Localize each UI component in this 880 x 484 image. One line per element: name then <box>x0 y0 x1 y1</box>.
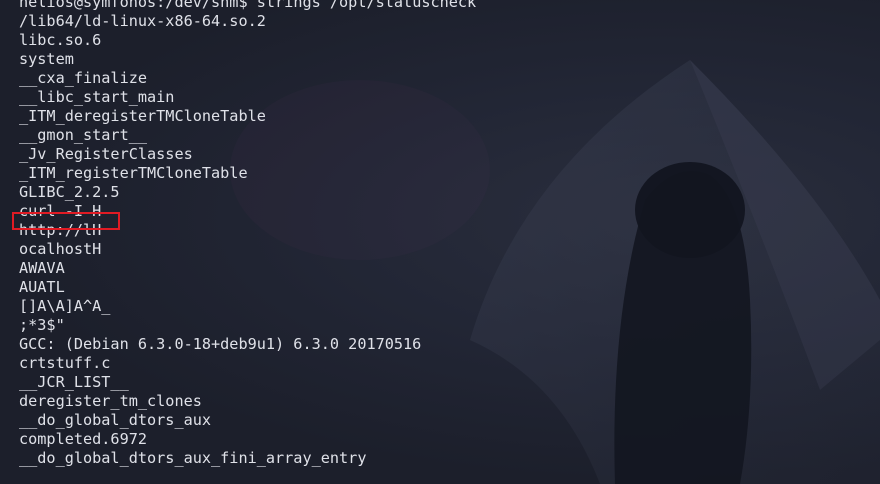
terminal-output: helios@symfonos:/dev/shm$ strings /opt/s… <box>19 0 476 468</box>
output-line: ;*3$" <box>19 316 65 334</box>
output-line: system <box>19 50 74 68</box>
output-line: AUATL <box>19 278 65 296</box>
output-line: __JCR_LIST__ <box>19 373 129 391</box>
output-line: GLIBC_2.2.5 <box>19 183 120 201</box>
output-line: crtstuff.c <box>19 354 111 372</box>
output-line: libc.so.6 <box>19 31 102 49</box>
output-line: completed.6972 <box>19 430 148 448</box>
shell-prompt: helios@symfonos:/dev/shm$ <box>19 0 257 11</box>
output-line: __gmon_start__ <box>19 126 148 144</box>
output-line: ocalhostH <box>19 240 102 258</box>
output-line: _ITM_registerTMCloneTable <box>19 164 248 182</box>
output-line: /lib64/ld-linux-x86-64.so.2 <box>19 12 266 30</box>
prompt-line: helios@symfonos:/dev/shm$ strings /opt/s… <box>19 0 476 12</box>
output-line: GCC: (Debian 6.3.0-18+deb9u1) 6.3.0 2017… <box>19 335 422 353</box>
output-line: _ITM_deregisterTMCloneTable <box>19 107 266 125</box>
shell-command: strings /opt/statuscheck <box>256 0 477 11</box>
output-line: []A\A]A^A_ <box>19 297 111 315</box>
output-line: __do_global_dtors_aux <box>19 411 212 429</box>
output-line: AWAVA <box>19 259 65 277</box>
output-line: __libc_start_main <box>19 88 175 106</box>
output-line: __do_global_dtors_aux_fini_array_entry <box>19 449 367 467</box>
annotation-highlight-box <box>12 212 120 230</box>
output-line: __cxa_finalize <box>19 69 148 87</box>
output-line: deregister_tm_clones <box>19 392 202 410</box>
output-line: _Jv_RegisterClasses <box>19 145 193 163</box>
terminal-window[interactable]: helios@symfonos:/dev/shm$ strings /opt/s… <box>0 0 880 484</box>
